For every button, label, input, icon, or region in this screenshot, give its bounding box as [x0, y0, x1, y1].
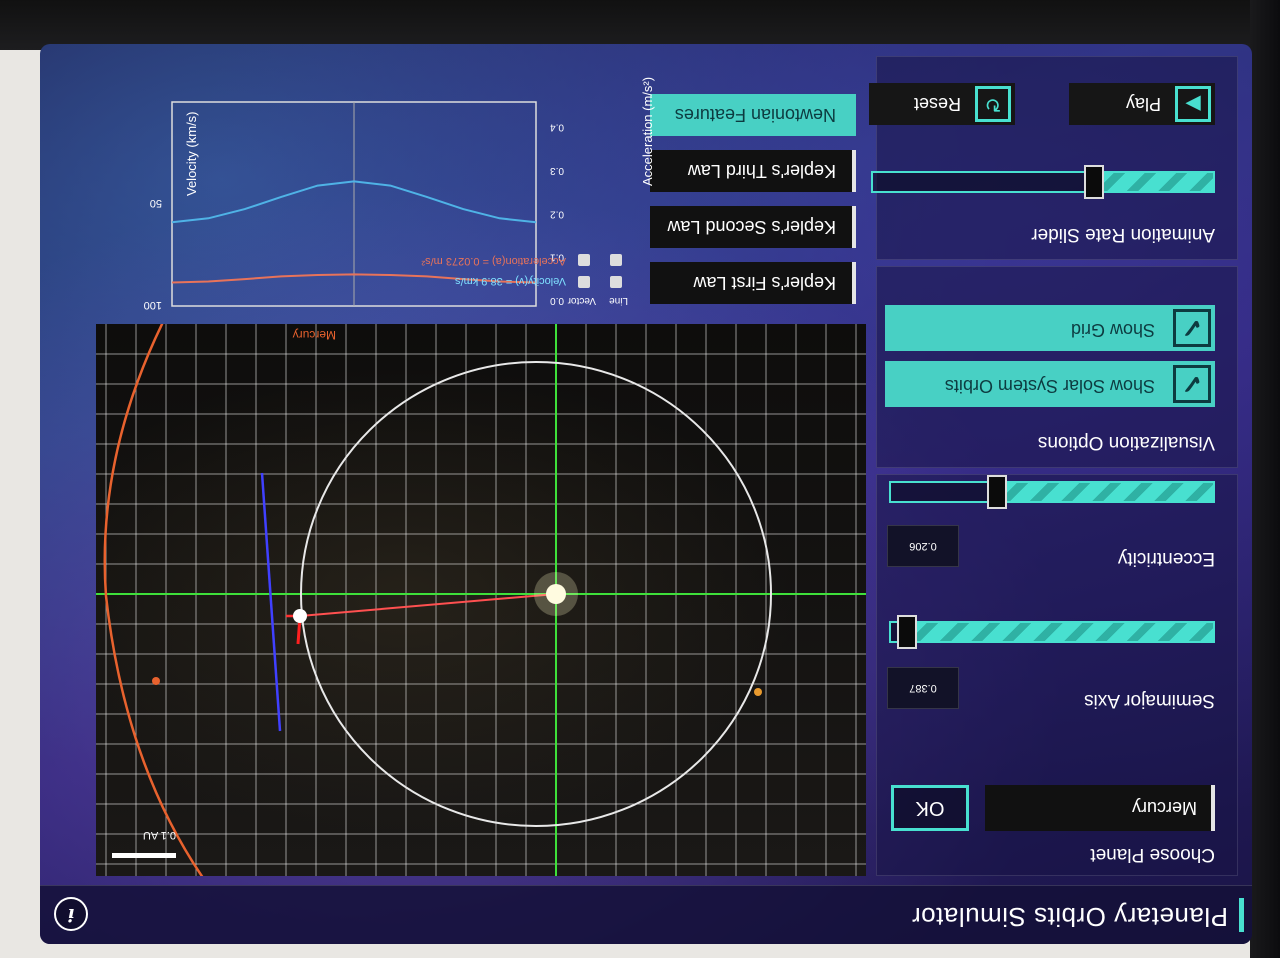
- velocity-acceleration-chart: Acceleration (m/s²) Velocity (km/s) 50 10…: [144, 77, 655, 311]
- venus-orbit-path: [103, 324, 218, 876]
- show-grid-label: Show Grid: [1070, 320, 1155, 340]
- velocity-tick-label: 100: [144, 299, 162, 311]
- eccentricity-slider[interactable]: [889, 475, 1215, 509]
- show-solar-system-orbits-checkbox[interactable]: ✓: [1173, 365, 1211, 403]
- semimajor-axis-slider-thumb[interactable]: [897, 615, 918, 649]
- device-bezel-top: [0, 0, 1280, 50]
- vector-header: Vector: [567, 295, 596, 306]
- acceleration-tick-label: 0.2: [550, 208, 564, 219]
- semimajor-axis-value: 0.387: [887, 667, 959, 709]
- scale-label: 0.1 AU: [143, 829, 176, 841]
- analysis-panel: Kepler's First Law Kepler's Second Law Kep…: [96, 58, 866, 316]
- perihelion-marker: [754, 688, 762, 696]
- orbit-canvas: Mercury 0.1 AU: [96, 324, 866, 876]
- radius-line: [299, 593, 557, 617]
- semimajor-axis-slider-fill: [907, 623, 1213, 641]
- acceleration-readout: Acceleration(a) = 0.0273 m/s²: [421, 255, 566, 267]
- orbit-simulation-view[interactable]: Mercury 0.1 AU: [96, 324, 866, 876]
- reset-icon: ↻: [975, 86, 1011, 122]
- feature-button-kepler-s-first-law[interactable]: Kepler's First Law: [650, 262, 856, 304]
- acceleration-line-checkbox[interactable]: [610, 254, 622, 266]
- reset-label: Reset: [913, 94, 961, 114]
- ok-button[interactable]: OK: [891, 785, 969, 831]
- mercury-planet: [293, 609, 307, 623]
- device-bezel-right: [1250, 0, 1280, 958]
- animation-rate-slider-thumb[interactable]: [1084, 165, 1104, 199]
- visualization-panel: Visualization Options ✓ Show Solar Syste…: [876, 266, 1238, 468]
- animation-rate-label: Animation Rate Slider: [1031, 224, 1215, 245]
- planet-select[interactable]: Mercury: [985, 785, 1215, 831]
- eccentricity-slider-fill: [997, 483, 1213, 501]
- velocity-tick-label: 50: [150, 197, 162, 209]
- title-bar: Planetary Orbits Simulator i: [40, 885, 1252, 944]
- app-title: Planetary Orbits Simulator: [911, 902, 1228, 932]
- velocity-vector: [260, 472, 282, 732]
- eccentricity-slider-thumb[interactable]: [987, 475, 1008, 509]
- show-solar-system-orbits-label: Show Solar System Orbits: [944, 376, 1155, 396]
- app-screen: Planetary Orbits Simulator i Choose Plan…: [40, 44, 1252, 944]
- line-header: Line: [609, 295, 628, 306]
- velocity-axis-label: Velocity (km/s): [184, 111, 199, 196]
- visualization-options-label: Visualization Options: [1037, 432, 1215, 453]
- velocity-vector-checkbox[interactable]: [578, 276, 590, 288]
- semimajor-axis-label: Semimajor Axis: [1084, 690, 1215, 711]
- planet-panel: Choose Planet Mercury OK Semimajor Axis …: [876, 474, 1238, 876]
- velocity-readout: Velocity(v) = 38.9 km/s: [455, 275, 566, 287]
- animation-rate-slider[interactable]: [871, 165, 1215, 199]
- velocity-line-checkbox[interactable]: [610, 276, 622, 288]
- feature-button-kepler-s-third-law[interactable]: Kepler's Third Law: [650, 150, 856, 192]
- planet-name-label: Mercury: [293, 328, 336, 342]
- acceleration-tick-label: 0.4: [550, 122, 564, 133]
- animation-rate-slider-fill: [1094, 173, 1213, 191]
- feature-button-newtonian-features[interactable]: Newtonian Features: [650, 94, 856, 136]
- acceleration-tick-label: 0.3: [550, 165, 564, 176]
- sun: [546, 584, 566, 604]
- acceleration-tick-label: 0.0: [550, 295, 564, 306]
- venus-marker: [152, 677, 160, 685]
- semimajor-axis-slider[interactable]: [889, 615, 1215, 649]
- play-label: Play: [1125, 94, 1161, 114]
- animation-panel: Animation Rate Slider ▶ Play ↻ Reset: [869, 56, 1238, 260]
- feature-button-kepler-s-second-law[interactable]: Kepler's Second Law: [650, 206, 856, 248]
- scale-bar: [112, 853, 176, 858]
- eccentricity-value: 0.206: [887, 525, 959, 567]
- title-accent: [1239, 898, 1244, 932]
- show-solar-system-orbits-toggle[interactable]: ✓ Show Solar System Orbits: [885, 361, 1215, 407]
- play-button[interactable]: ▶ Play: [1069, 83, 1215, 125]
- choose-planet-label: Choose Planet: [1090, 844, 1215, 865]
- acceleration-vector-checkbox[interactable]: [578, 254, 590, 266]
- show-grid-toggle[interactable]: ✓ Show Grid: [885, 305, 1215, 351]
- info-icon[interactable]: i: [54, 897, 88, 931]
- play-icon: ▶: [1175, 86, 1211, 122]
- show-grid-checkbox[interactable]: ✓: [1173, 309, 1211, 347]
- reset-button[interactable]: ↻ Reset: [869, 83, 1015, 125]
- eccentricity-label: Eccentricity: [1117, 548, 1215, 569]
- acceleration-axis-label: Acceleration (m/s²): [640, 77, 655, 186]
